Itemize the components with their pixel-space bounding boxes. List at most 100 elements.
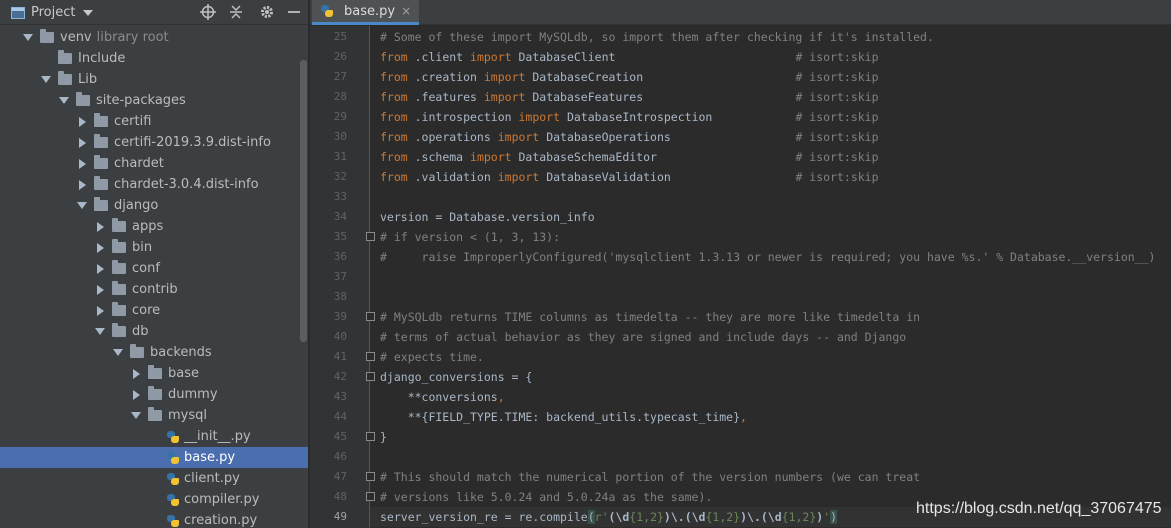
code-line[interactable]: from .creation import DatabaseCreation #… xyxy=(380,67,879,87)
close-icon[interactable]: × xyxy=(401,4,411,18)
tree-item-label: certifi-2019.3.9.dist-info xyxy=(114,135,271,150)
tree-item[interactable]: core xyxy=(0,300,308,321)
tree-item[interactable]: contrib xyxy=(0,279,308,300)
collapsed-arrow-icon[interactable] xyxy=(94,221,106,233)
expanded-arrow-icon[interactable] xyxy=(94,326,106,338)
locate-crosshair-icon[interactable] xyxy=(200,4,216,20)
code-line[interactable]: from .schema import DatabaseSchemaEditor… xyxy=(380,147,879,167)
collapsed-arrow-icon[interactable] xyxy=(76,116,88,128)
expanded-arrow-icon[interactable] xyxy=(76,200,88,212)
tree-item[interactable]: backends xyxy=(0,342,308,363)
collapse-all-icon[interactable] xyxy=(228,4,244,20)
expanded-arrow-icon[interactable] xyxy=(22,32,34,44)
code-line[interactable]: **conversions, xyxy=(380,387,505,407)
tree-item[interactable]: apps xyxy=(0,216,308,237)
tree-item[interactable]: Include xyxy=(0,48,308,69)
line-number: 45 xyxy=(333,430,347,443)
code-line[interactable]: } xyxy=(380,427,387,447)
tree-item[interactable]: dummy xyxy=(0,384,308,405)
code-token: from xyxy=(380,90,415,104)
code-line[interactable]: django_conversions = { xyxy=(380,367,532,387)
code-line[interactable]: # MySQLdb returns TIME columns as timede… xyxy=(380,307,920,327)
code-line[interactable]: version = Database.version_info xyxy=(380,207,595,227)
code-line[interactable]: # raise ImproperlyConfigured('mysqlclien… xyxy=(380,247,1155,267)
folder-icon xyxy=(112,218,126,232)
code-token: # isort:skip xyxy=(795,70,879,84)
code-token: DatabaseCreation xyxy=(532,70,796,84)
code-token: from xyxy=(380,70,415,84)
line-number: 48 xyxy=(333,490,347,503)
code-line[interactable]: # versions like 5.0.24 and 5.0.24a as th… xyxy=(380,487,712,507)
code-line[interactable]: from .validation import DatabaseValidati… xyxy=(380,167,879,187)
code-line[interactable]: from .features import DatabaseFeatures #… xyxy=(380,87,879,107)
tree-item-label: db xyxy=(132,324,149,339)
tree-item[interactable]: site-packages xyxy=(0,90,308,111)
code-token: server_version_re = re.compile xyxy=(380,510,588,524)
code-line[interactable]: # if version < (1, 3, 13): xyxy=(380,227,560,247)
project-tree-scrollbar[interactable] xyxy=(300,60,307,342)
line-number: 35 xyxy=(333,230,347,243)
tree-item[interactable]: chardet-3.0.4.dist-info xyxy=(0,174,308,195)
collapsed-arrow-icon[interactable] xyxy=(76,137,88,149)
line-number: 27 xyxy=(333,70,347,83)
code-line[interactable]: from .client import DatabaseClient # iso… xyxy=(380,47,879,67)
collapsed-arrow-icon[interactable] xyxy=(76,158,88,170)
line-number: 33 xyxy=(333,190,347,203)
collapsed-arrow-icon[interactable] xyxy=(94,305,106,317)
project-view-selector[interactable]: Project xyxy=(11,0,94,25)
tree-item-label: mysql xyxy=(168,408,207,423)
expanded-arrow-icon[interactable] xyxy=(130,410,142,422)
tree-item[interactable]: venv library root xyxy=(0,27,308,48)
collapsed-arrow-icon[interactable] xyxy=(76,179,88,191)
code-line[interactable]: **{FIELD_TYPE.TIME: backend_utils.typeca… xyxy=(380,407,747,427)
minimize-icon[interactable] xyxy=(286,4,302,20)
expanded-arrow-icon[interactable] xyxy=(58,95,70,107)
tree-item[interactable]: base.py xyxy=(0,447,308,468)
tree-item[interactable]: chardet xyxy=(0,153,308,174)
tree-item-label: backends xyxy=(150,345,212,360)
line-number: 31 xyxy=(333,150,347,163)
tab-base-py[interactable]: base.py × xyxy=(312,0,420,25)
folder-icon xyxy=(94,113,108,127)
collapsed-arrow-icon[interactable] xyxy=(94,242,106,254)
code-token: # This should match the numerical portio… xyxy=(380,470,921,484)
code-line[interactable]: # expects time. xyxy=(380,347,484,367)
tree-item[interactable]: db xyxy=(0,321,308,342)
tree-item[interactable]: client.py xyxy=(0,468,308,489)
code-token: # Some of these import MySQLdb, so impor… xyxy=(380,30,934,44)
folder-icon xyxy=(112,260,126,274)
folder-icon xyxy=(58,50,72,64)
tree-item[interactable]: certifi xyxy=(0,111,308,132)
code-editor[interactable]: # Some of these import MySQLdb, so impor… xyxy=(370,26,1171,528)
code-line[interactable]: # This should match the numerical portio… xyxy=(380,467,920,487)
tree-item[interactable]: Lib xyxy=(0,69,308,90)
code-line[interactable]: from .introspection import DatabaseIntro… xyxy=(380,107,879,127)
gear-icon[interactable] xyxy=(259,4,275,20)
expanded-arrow-icon[interactable] xyxy=(112,347,124,359)
tree-item[interactable]: base xyxy=(0,363,308,384)
tree-item[interactable]: django xyxy=(0,195,308,216)
collapsed-arrow-icon[interactable] xyxy=(130,368,142,380)
line-number-gutter: 25 26 27 28 29 30 31 32 33 34 35 36 37 38 39 40 41 42 43 44… xyxy=(310,26,375,528)
code-token: } xyxy=(380,430,387,444)
code-token: .creation xyxy=(414,70,484,84)
code-token: DatabaseClient xyxy=(518,50,796,64)
tree-item[interactable]: mysql xyxy=(0,405,308,426)
expanded-arrow-icon[interactable] xyxy=(40,74,52,86)
tree-item[interactable]: certifi-2019.3.9.dist-info xyxy=(0,132,308,153)
code-line[interactable]: from .operations import DatabaseOperatio… xyxy=(380,127,879,147)
tree-item[interactable]: __init__.py xyxy=(0,426,308,447)
collapsed-arrow-icon[interactable] xyxy=(94,263,106,275)
tree-item[interactable]: creation.py xyxy=(0,510,308,528)
code-line[interactable]: # Some of these import MySQLdb, so impor… xyxy=(380,27,934,47)
tree-item[interactable]: bin xyxy=(0,237,308,258)
tree-item[interactable]: conf xyxy=(0,258,308,279)
tree-item-label: creation.py xyxy=(184,513,258,528)
collapsed-arrow-icon[interactable] xyxy=(94,284,106,296)
project-window-icon xyxy=(11,6,25,19)
tree-item-label: bin xyxy=(132,240,153,255)
code-line[interactable]: # terms of actual behavior as they are s… xyxy=(380,327,906,347)
collapsed-arrow-icon[interactable] xyxy=(130,389,142,401)
tree-item[interactable]: compiler.py xyxy=(0,489,308,510)
line-number: 40 xyxy=(333,330,347,343)
